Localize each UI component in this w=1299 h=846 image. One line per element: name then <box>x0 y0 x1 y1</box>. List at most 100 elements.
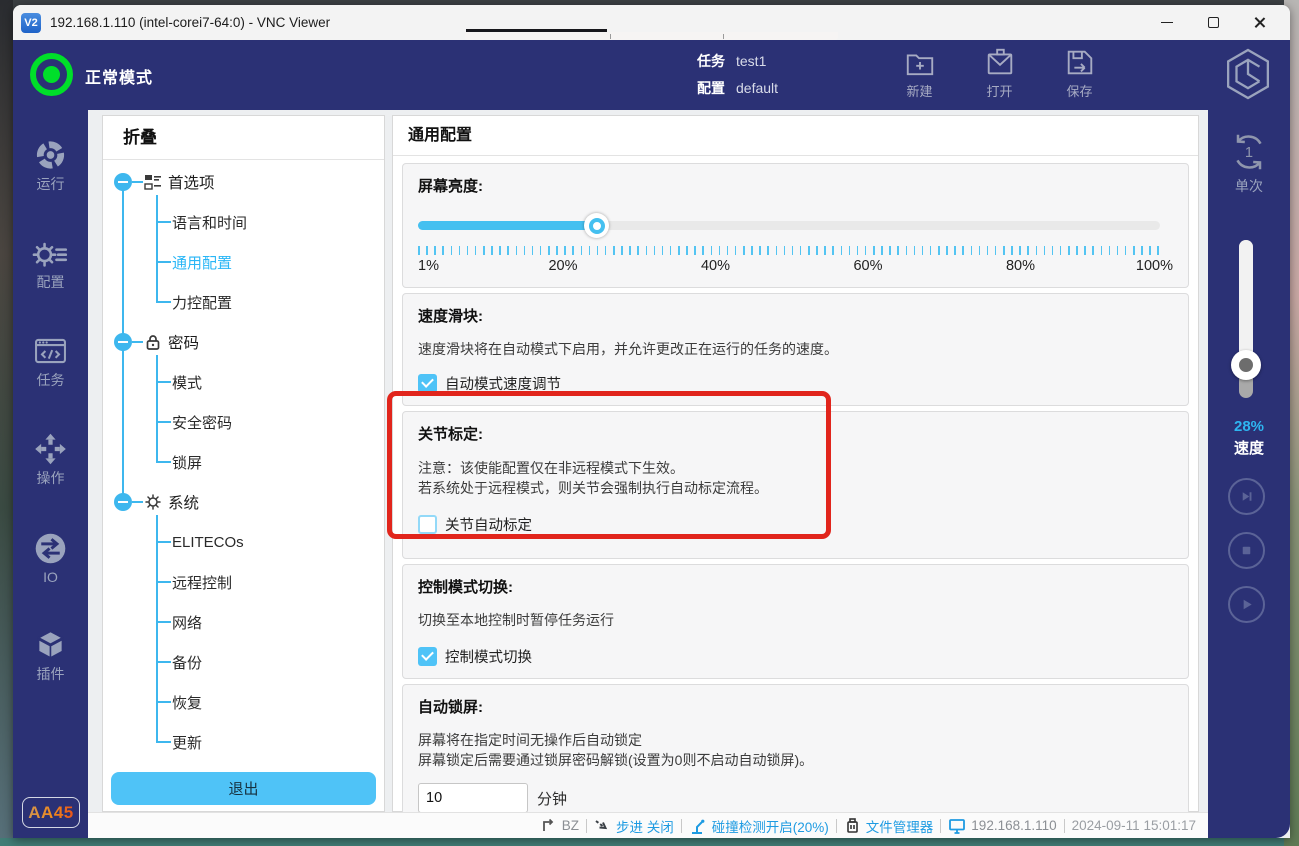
tree-label-password: 密码 <box>168 331 199 353</box>
new-task-button[interactable]: 新建 <box>893 46 946 100</box>
sidebar-item-run[interactable]: 运行 <box>32 138 69 194</box>
single-run-button[interactable]: 1 单次 <box>1208 130 1290 196</box>
play-button[interactable] <box>1228 586 1265 623</box>
sidebar-item-io[interactable]: IO <box>32 530 69 586</box>
brightness-slider[interactable] <box>418 213 1173 237</box>
task-label: 任务 <box>697 51 729 71</box>
open-task-button[interactable]: 打开 <box>973 46 1026 100</box>
speed-percent-value: 28% <box>1208 418 1290 435</box>
minimize-button[interactable] <box>1144 5 1190 40</box>
play-icon <box>1238 596 1255 613</box>
stop-button[interactable] <box>1228 532 1265 569</box>
speed-slider-title: 速度滑块: <box>418 305 1173 326</box>
control-mode-checkbox[interactable] <box>418 647 437 666</box>
minutes-unit-label: 分钟 <box>537 788 567 809</box>
new-folder-icon <box>904 46 936 78</box>
sidebar-label-config: 配置 <box>37 272 65 292</box>
step-forward-icon <box>1238 488 1255 505</box>
joint-calibration-note2: 若系统处于远程模式，则关节会强制执行自动标定流程。 <box>418 478 1173 498</box>
control-mode-checkbox-label: 控制模式切换 <box>445 646 532 667</box>
tree-item-update[interactable]: 更新 <box>103 722 384 762</box>
move-arrows-icon <box>32 432 69 466</box>
speed-label: 速度 <box>1208 437 1290 458</box>
tree-item-force-config[interactable]: 力控配置 <box>103 282 384 322</box>
save-label: 保存 <box>1066 81 1092 100</box>
single-cycle-icon: 1 <box>1227 130 1271 174</box>
speed-slider-thumb[interactable] <box>1231 350 1261 380</box>
vnc-app-icon: V2 <box>21 13 41 33</box>
auto-mode-speed-label: 自动模式速度调节 <box>445 373 561 394</box>
sidebar-label-task: 任务 <box>37 370 65 390</box>
speed-slider-desc: 速度滑块将在自动模式下启用，并允许更改正在运行的任务的速度。 <box>418 339 1173 359</box>
network-status[interactable]: 192.168.1.110 <box>948 817 1056 835</box>
single-run-label: 单次 <box>1235 176 1263 196</box>
config-value: default <box>736 80 778 96</box>
step-forward-button[interactable] <box>1228 478 1265 515</box>
tree-label-system: 系统 <box>168 491 199 513</box>
sidebar-item-config[interactable]: 配置 <box>32 236 69 292</box>
collapse-node-icon[interactable] <box>114 173 132 191</box>
joint-auto-calibration-checkbox-row[interactable]: 关节自动标定 <box>418 514 1173 535</box>
stop-icon <box>1238 542 1255 559</box>
system-gear-icon <box>144 493 162 511</box>
brightness-fill <box>418 221 596 230</box>
sidebar-item-operate[interactable]: 操作 <box>32 432 69 488</box>
maximize-button[interactable] <box>1190 5 1236 40</box>
brightness-track[interactable] <box>418 221 1160 230</box>
settings-tree-panel: 折叠 首选项 语言和时间 通用配置 力控配置 密码 <box>102 115 385 812</box>
control-mode-checkbox-row[interactable]: 控制模式切换 <box>418 646 1173 667</box>
tree-node-preferences[interactable]: 首选项 <box>103 162 384 202</box>
tree-item-general-config[interactable]: 通用配置 <box>103 242 384 282</box>
auto-mode-speed-checkbox-row[interactable]: 自动模式速度调节 <box>418 373 1173 394</box>
tree-node-password[interactable]: 密码 <box>103 322 384 362</box>
joint-auto-calibration-checkbox[interactable] <box>418 515 437 534</box>
collision-detection-status[interactable]: 碰撞检测开启(20%) <box>689 816 829 836</box>
sidebar-label-plugin: 插件 <box>37 664 65 684</box>
bz-status[interactable]: BZ <box>541 818 579 834</box>
step-mode-status[interactable]: 步进 关闭 <box>594 816 674 836</box>
tree-item-remote-control[interactable]: 远程控制 <box>103 562 384 602</box>
tree-item-elitecos[interactable]: ELITECOs <box>103 522 384 562</box>
vnc-toolbar-handle <box>466 29 607 32</box>
close-button[interactable] <box>1236 5 1282 40</box>
auto-mode-speed-checkbox[interactable] <box>418 374 437 393</box>
task-row: 任务 test1 <box>697 47 778 74</box>
task-value: test1 <box>736 53 766 69</box>
robot-model-text: AA45 <box>28 803 73 823</box>
save-button[interactable]: 保存 <box>1053 46 1106 100</box>
tree-item-lock-screen[interactable]: 锁屏 <box>103 442 384 482</box>
collapse-node-icon[interactable] <box>114 493 132 511</box>
joint-calibration-note1: 注意：该使能配置仅在非远程模式下生效。 <box>418 458 1173 478</box>
tree-item-restore[interactable]: 恢复 <box>103 682 384 722</box>
control-mode-desc: 切换至本地控制时暂停任务运行 <box>418 610 1173 630</box>
speed-slider-vertical[interactable] <box>1239 240 1253 398</box>
tree-collapse-header[interactable]: 折叠 <box>103 116 384 160</box>
tree-item-backup[interactable]: 备份 <box>103 642 384 682</box>
lock-minutes-input[interactable] <box>418 783 528 813</box>
vnc-viewer-window: V2 192.168.1.110 (intel-corei7-64:0) - V… <box>13 5 1290 838</box>
brightness-thumb[interactable] <box>584 213 609 238</box>
sidebar-item-task[interactable]: 任务 <box>32 334 69 390</box>
elite-robot-logo-icon <box>1225 46 1271 102</box>
speed-slider-track <box>1239 240 1253 365</box>
tree-node-system[interactable]: 系统 <box>103 482 384 522</box>
brightness-section: 屏幕亮度: 1% 20% 40% 60% 80% 100% <box>402 163 1189 288</box>
collapse-node-icon[interactable] <box>114 333 132 351</box>
vnc-toolbar-notch[interactable] <box>465 32 838 40</box>
cube-icon <box>32 628 69 662</box>
tree-item-language-time[interactable]: 语言和时间 <box>103 202 384 242</box>
robot-model-badge[interactable]: AA45 <box>22 797 80 828</box>
status-bar: BZ 步进 关闭 碰撞检测开启(20%) 文件管理器 <box>88 812 1208 838</box>
lock-icon <box>144 333 162 351</box>
exit-button[interactable]: 退出 <box>111 772 376 805</box>
sidebar-item-plugin[interactable]: 插件 <box>32 628 69 684</box>
single-count-text: 1 <box>1245 145 1253 161</box>
auto-lock-desc2: 屏幕锁定后需要通过锁屏密码解锁(设置为0则不启动自动锁屏)。 <box>418 750 1173 770</box>
tree-item-mode[interactable]: 模式 <box>103 362 384 402</box>
tree-item-safety-password[interactable]: 安全密码 <box>103 402 384 442</box>
tree-item-network[interactable]: 网络 <box>103 602 384 642</box>
brightness-scale: 1% 20% 40% 60% 80% 100% <box>418 258 1173 276</box>
file-manager-button[interactable]: 文件管理器 <box>844 816 934 836</box>
desktop-edge-left <box>0 0 13 846</box>
mode-status-icon <box>30 53 73 96</box>
